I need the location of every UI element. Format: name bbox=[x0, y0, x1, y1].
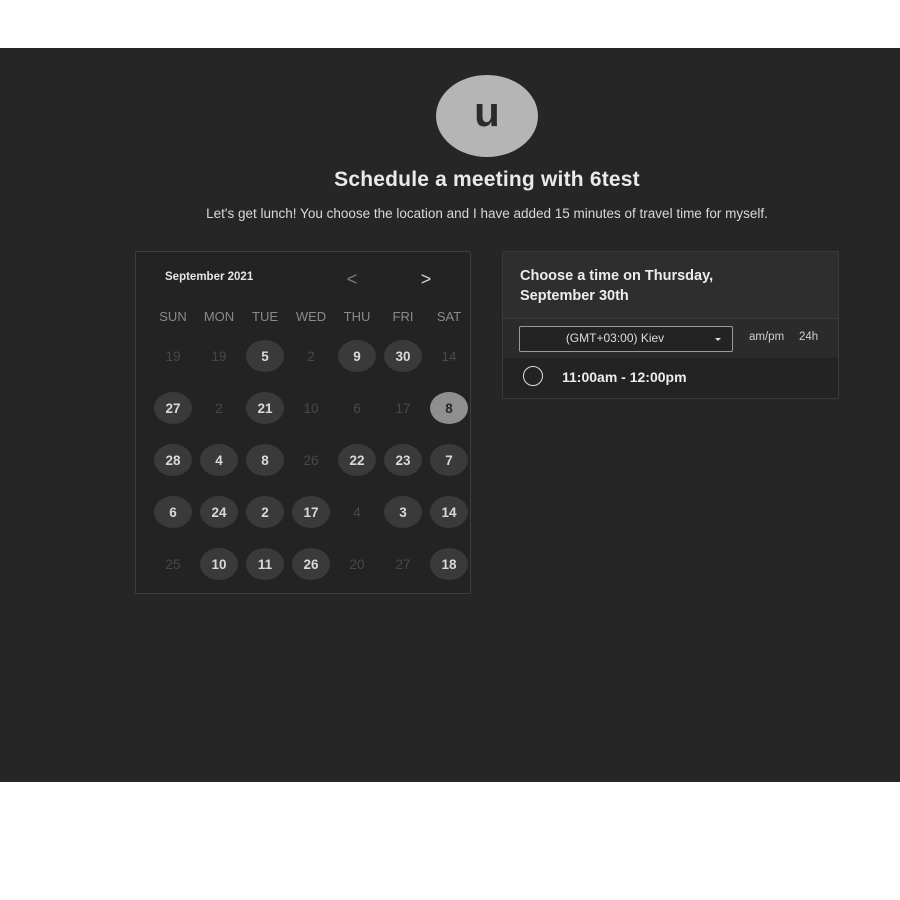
calendar-day: 27 bbox=[395, 556, 411, 572]
chevron-left-icon[interactable]: < bbox=[340, 268, 364, 290]
calendar-day[interactable]: 8 bbox=[246, 444, 284, 476]
calendar-day[interactable]: 28 bbox=[154, 444, 192, 476]
event-description: Let's get lunch! You choose the location… bbox=[206, 206, 768, 221]
calendar-day[interactable]: 5 bbox=[246, 340, 284, 372]
calendar-day: 26 bbox=[303, 452, 319, 468]
format-ampm-toggle[interactable]: am/pm bbox=[749, 331, 784, 343]
weekday-label: MON bbox=[203, 309, 235, 324]
calendar-day[interactable]: 26 bbox=[292, 548, 330, 580]
timezone-value: (GMT+03:00) Kiev bbox=[565, 331, 665, 345]
scheduling-page: u Schedule a meeting with 6test Let's ge… bbox=[0, 48, 900, 782]
avatar-letter: u bbox=[474, 88, 500, 135]
calendar-day: 17 bbox=[395, 400, 411, 416]
calendar-day: 2 bbox=[215, 400, 223, 416]
weekday-label: FRI bbox=[392, 309, 414, 324]
timezone-select[interactable]: (GMT+03:00) Kiev bbox=[519, 326, 733, 352]
weekday-label: SAT bbox=[436, 309, 462, 324]
chevron-right-icon[interactable]: > bbox=[414, 268, 438, 290]
calendar-day[interactable]: 27 bbox=[154, 392, 192, 424]
calendar-weekday-header: SUN MON TUE WED THU FRI SAT bbox=[150, 309, 470, 325]
time-selection-panel: Choose a time on Thursday, September 30t… bbox=[502, 251, 839, 399]
calendar-day[interactable]: 7 bbox=[430, 444, 468, 476]
time-panel-heading: Choose a time on Thursday, September 30t… bbox=[520, 268, 714, 304]
calendar-day[interactable]: 23 bbox=[384, 444, 422, 476]
calendar-day[interactable]: 6 bbox=[154, 496, 192, 528]
calendar-month-label: September 2021 bbox=[165, 271, 254, 283]
calendar-day[interactable]: 17 bbox=[292, 496, 330, 528]
weekday-label: SUN bbox=[159, 309, 187, 324]
calendar-day[interactable]: 9 bbox=[338, 340, 376, 372]
avatar: u bbox=[436, 75, 538, 157]
calendar-day: 6 bbox=[353, 400, 361, 416]
caret-down-icon bbox=[715, 338, 721, 341]
calendar-day-grid: 19 19 5 2 9 30 14 27 2 21 10 6 17 8 28 4 8 26 22 23 7 6 24 2 17 4… bbox=[150, 340, 470, 590]
calendar-day[interactable]: 21 bbox=[246, 392, 284, 424]
calendar-day[interactable]: 10 bbox=[200, 548, 238, 580]
weekday-label: WED bbox=[295, 309, 327, 324]
calendar-day[interactable]: 24 bbox=[200, 496, 238, 528]
time-slot[interactable]: 11:00am - 12:00pm bbox=[503, 358, 838, 398]
calendar-day[interactable]: 18 bbox=[430, 548, 468, 580]
calendar-day: 25 bbox=[165, 556, 181, 572]
calendar-day: 4 bbox=[353, 504, 361, 520]
calendar-day[interactable]: 14 bbox=[430, 496, 468, 528]
calendar-day[interactable]: 22 bbox=[338, 444, 376, 476]
calendar-day: 14 bbox=[441, 348, 457, 364]
radio-icon[interactable] bbox=[523, 366, 543, 386]
calendar-day[interactable]: 30 bbox=[384, 340, 422, 372]
calendar: September 2021 < > SUN MON TUE WED THU FRI SAT… bbox=[135, 251, 471, 594]
calendar-day[interactable]: 2 bbox=[246, 496, 284, 528]
time-slot-label: 11:00am - 12:00pm bbox=[562, 369, 687, 385]
calendar-day: 19 bbox=[165, 348, 181, 364]
format-24h-toggle[interactable]: 24h bbox=[799, 331, 818, 343]
calendar-day: 19 bbox=[211, 348, 227, 364]
calendar-day[interactable]: 4 bbox=[200, 444, 238, 476]
weekday-label: THU bbox=[343, 309, 371, 324]
calendar-day: 2 bbox=[307, 348, 315, 364]
calendar-day-selected[interactable]: 8 bbox=[430, 392, 468, 424]
calendar-day[interactable]: 3 bbox=[384, 496, 422, 528]
time-panel-header: Choose a time on Thursday, September 30t… bbox=[503, 252, 838, 319]
weekday-label: TUE bbox=[252, 309, 278, 324]
page-title: Schedule a meeting with 6test bbox=[334, 168, 640, 191]
calendar-day[interactable]: 11 bbox=[246, 548, 284, 580]
calendar-day: 10 bbox=[303, 400, 319, 416]
calendar-day: 20 bbox=[349, 556, 365, 572]
